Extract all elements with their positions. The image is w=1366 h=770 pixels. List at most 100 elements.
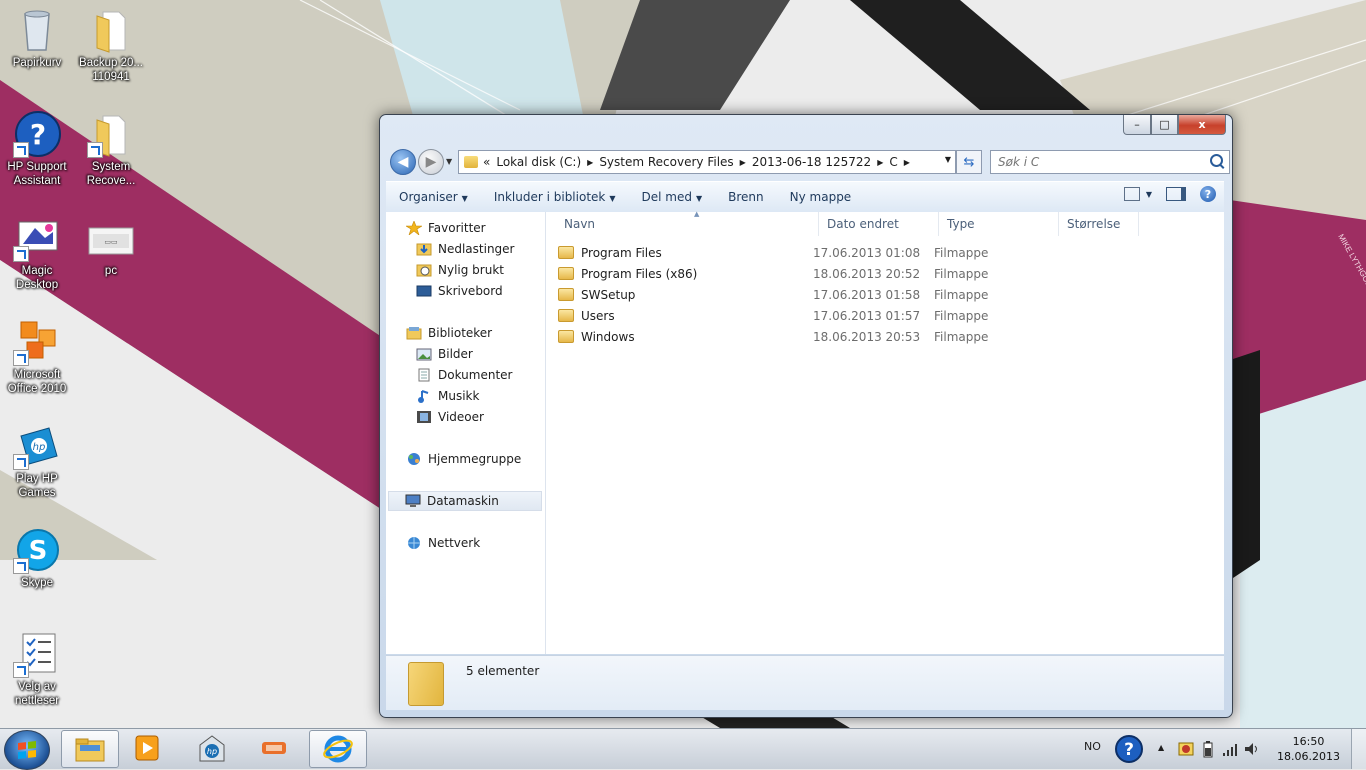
file-date: 18.06.2013 20:52 [813,266,921,281]
desktop-icon-label: Magic Desktop [15,265,59,291]
desktop-icon-label: Papirkurv [12,57,62,69]
maximize-button[interactable]: □ [1151,115,1178,135]
arrow-right-icon: ▶ [425,154,437,170]
taskbar-hp-button[interactable]: hp [184,730,240,766]
nav-desktop[interactable]: Skrivebord [416,284,503,298]
table-row[interactable]: Windows 18.06.2013 20:53 Filmappe [558,326,1118,347]
view-controls: ▼ ? [1123,186,1216,202]
taskbar-explorer-button[interactable] [61,730,119,768]
nav-favorites[interactable]: Favoritter [406,221,486,235]
address-bar[interactable]: « Lokal disk (C:) ▶ System Recovery File… [458,150,956,174]
new-folder-button[interactable]: Ny mappe [777,190,865,204]
nav-network[interactable]: Nettverk [406,536,480,550]
burn-button[interactable]: Brenn [715,190,777,204]
back-button[interactable]: ◀ [390,149,416,175]
minimize-button[interactable]: – [1123,115,1151,135]
breadcrumb-overflow[interactable]: « [483,155,490,169]
desktop-icon-recycle-bin[interactable]: Papirkurv [0,6,74,70]
shortcut-arrow-icon [13,662,29,678]
table-row[interactable]: Program Files 17.06.2013 01:08 Filmappe [558,242,1118,263]
search-icon[interactable] [1210,154,1223,167]
videos-icon [417,411,431,423]
desktop-icon-label: System Recove... [86,161,136,187]
search-box[interactable] [990,150,1230,174]
help-question-icon[interactable]: ? [1114,734,1144,764]
forward-button[interactable]: ▶ [418,149,444,175]
help-question-icon: ? [13,110,61,158]
nav-libraries[interactable]: Biblioteker [406,326,492,340]
language-indicator[interactable]: NO [1084,740,1101,753]
nav-label: Dokumenter [438,368,513,382]
battery-icon[interactable] [1202,741,1214,759]
desktop-icon-backup-folder[interactable]: Backup 20... 110941 [74,6,148,84]
desktop-icon-browser-choice[interactable]: Velg av nettleser [0,630,74,708]
network-signal-icon[interactable] [1222,743,1238,757]
preview-pane-icon[interactable] [1166,187,1186,201]
folder-icon [464,156,478,168]
organize-menu[interactable]: Organiser ▼ [386,190,481,204]
address-dropdown-icon[interactable]: ▼ [945,155,951,164]
show-desktop-button[interactable] [1351,729,1366,769]
column-header-name[interactable]: Navn ▲ [556,210,819,236]
desktop-icon-label: pc [104,265,118,277]
nav-computer[interactable]: Datamaskin [388,491,542,511]
desktop-icon-system-recovery[interactable]: System Recove... [74,110,148,188]
desktop-icon [416,285,432,297]
explorer-window[interactable]: – □ x ◀ ▶ ▼ « Lokal disk (C:) ▶ System R… [379,114,1233,718]
desktop-icon-pc[interactable]: ▭▭ pc [74,214,148,278]
breadcrumb-system-recovery-files[interactable]: System Recovery Files [599,155,733,169]
close-button[interactable]: x [1178,115,1226,135]
nav-videos[interactable]: Videoer [416,410,484,424]
breadcrumb-backup-date[interactable]: 2013-06-18 125722 [752,155,871,169]
breadcrumb-local-disk[interactable]: Lokal disk (C:) [496,155,581,169]
nav-pictures[interactable]: Bilder [416,347,473,361]
volume-icon[interactable] [1244,742,1260,756]
nav-downloads[interactable]: Nedlastinger [416,242,515,256]
show-hidden-icons-icon[interactable]: ▲ [1158,743,1164,752]
breadcrumb-c[interactable]: C [889,155,897,169]
refresh-icon: ⇆ [963,154,975,170]
desktop-icon-label: Skype [21,577,53,589]
chevron-right-icon[interactable]: ▶ [877,158,883,167]
change-view-button[interactable]: ▼ [1123,187,1152,201]
internet-explorer-icon [323,735,353,763]
search-input[interactable] [991,151,1200,173]
desktop-icon-play-hp-games[interactable]: hp Play HP Games [0,422,74,500]
include-in-library-menu[interactable]: Inkluder i bibliotek ▼ [481,190,629,204]
include-in-library-label: Inkluder i bibliotek [493,190,606,204]
help-icon[interactable]: ? [1200,186,1216,202]
desktop-icon-hp-support-assistant[interactable]: ? HP Support Assistant [0,110,74,188]
column-header-type[interactable]: Type [939,212,1059,236]
column-header-date[interactable]: Dato endret [819,212,939,236]
desktop-icon-microsoft-office[interactable]: Microsoft Office 2010 [0,318,74,396]
column-header-size[interactable]: Størrelse [1059,212,1139,236]
shortcut-arrow-icon [13,142,29,158]
recent-pages-dropdown-icon[interactable]: ▼ [446,157,452,166]
taskbar-internet-explorer-button[interactable] [309,730,367,768]
taskbar-hp-games-button[interactable] [246,730,302,766]
chevron-right-icon[interactable]: ▶ [740,158,746,167]
nav-homegroup[interactable]: Hjemmegruppe [406,452,521,466]
refresh-button[interactable]: ⇆ [956,150,982,174]
desktop-icon-skype[interactable]: S Skype [0,526,74,590]
music-icon [418,390,429,403]
details-view-icon [1123,187,1140,201]
start-button[interactable] [4,730,50,770]
chevron-right-icon[interactable]: ▶ [904,158,910,167]
taskbar-media-player-button[interactable] [119,730,175,766]
nav-documents[interactable]: Dokumenter [416,368,512,382]
system-clock[interactable]: 16:50 18.06.2013 [1277,734,1340,764]
nav-recent-places[interactable]: Nylig brukt [416,263,504,277]
action-center-icon[interactable] [1178,741,1194,757]
table-row[interactable]: Users 17.06.2013 01:57 Filmappe [558,305,1118,326]
svg-text:hp: hp [207,747,217,756]
share-with-menu[interactable]: Del med ▼ [629,190,716,204]
table-row[interactable]: SWSetup 17.06.2013 01:58 Filmappe [558,284,1118,305]
chevron-right-icon[interactable]: ▶ [587,158,593,167]
nav-music[interactable]: Musikk [416,389,479,403]
item-count: 5 elementer [466,664,540,678]
nav-label: Nylig brukt [438,263,504,277]
magic-desktop-icon [13,214,61,262]
desktop-icon-magic-desktop[interactable]: Magic Desktop [0,214,74,292]
table-row[interactable]: Program Files (x86) 18.06.2013 20:52 Fil… [558,263,1118,284]
